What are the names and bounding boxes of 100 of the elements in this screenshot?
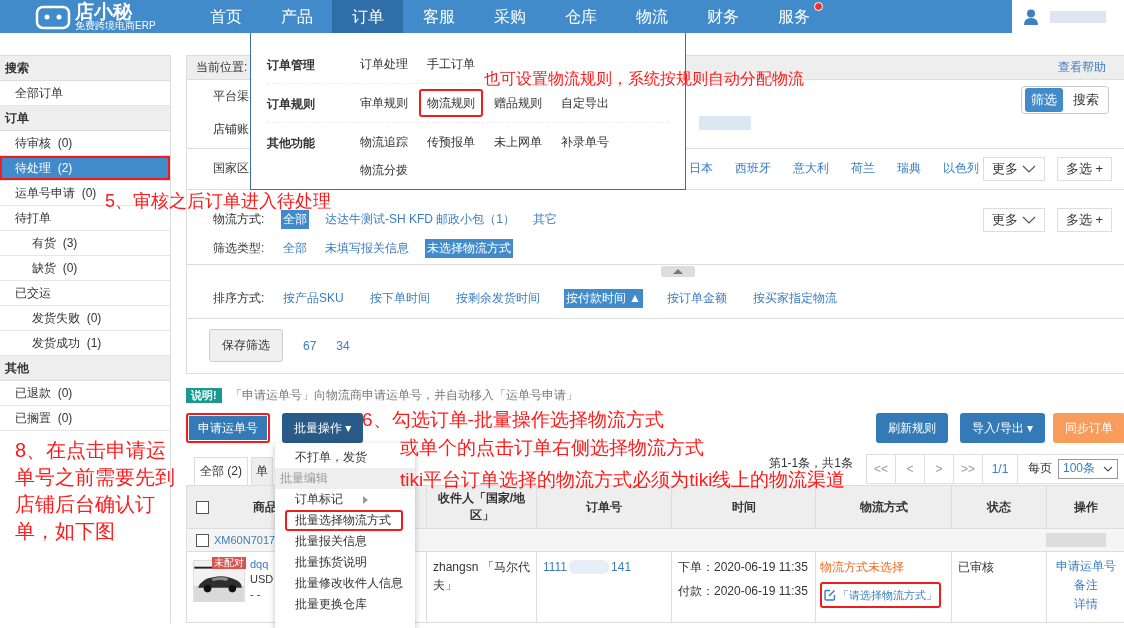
choose-shipping-link[interactable]: 「请选择物流方式」 (820, 582, 941, 608)
user-icon (1024, 8, 1038, 25)
sidebar-item[interactable]: 有货 (3) (27, 231, 83, 255)
order-tab[interactable]: 单 (251, 457, 273, 485)
saved-filter-link[interactable]: 67 (303, 338, 317, 353)
sidebar-item[interactable]: 已搁置 (0) (10, 406, 78, 430)
page-button[interactable]: >> (953, 454, 983, 483)
filter-option[interactable]: 瑞典 (895, 159, 923, 178)
save-filter-button[interactable]: 保存筛选 (209, 329, 283, 362)
sort-label: 排序方式: (213, 290, 266, 307)
nav-item[interactable]: 采购 (474, 0, 545, 33)
checkbox[interactable] (195, 500, 209, 514)
menu-item[interactable]: 批量报关信息 (285, 531, 403, 552)
per-page-select[interactable]: 100条 (1057, 458, 1118, 479)
menu-item[interactable]: 物流追踪 (352, 128, 416, 156)
sort-option[interactable]: 按订单金额 (664, 289, 729, 308)
filter-option[interactable]: 日本 (687, 159, 715, 178)
menu-item[interactable]: 审单规则 (352, 89, 416, 117)
column-header: 状态 (952, 486, 1047, 528)
action-button[interactable]: 批量操作 ▾ (282, 413, 364, 443)
product-link[interactable]: dqq (250, 558, 274, 570)
filter-option[interactable]: 意大利 (791, 159, 831, 178)
pagination-summary: 第1-1条，共1条 (768, 455, 853, 470)
filter-option[interactable]: 以色列 (941, 159, 981, 178)
sidebar-item[interactable]: 待处理 (2) (0, 156, 170, 180)
menu-item[interactable]: 自定导出 (553, 89, 617, 117)
more-dropdown[interactable]: 更多 (982, 156, 1045, 181)
filter-option[interactable]: 未选择物流方式 (425, 239, 513, 258)
menu-item[interactable]: 未上网单 (486, 128, 550, 156)
sidebar-item[interactable]: 缺货 (0) (27, 256, 83, 280)
checkbox[interactable] (196, 533, 209, 547)
page-button[interactable]: > (924, 454, 954, 483)
operation-link[interactable]: 备注 (1073, 577, 1098, 594)
action-button[interactable]: 导入/导出 ▾ (960, 413, 1045, 443)
sort-option[interactable]: 按剩余发货时间 (453, 289, 542, 308)
more-dropdown[interactable]: 更多 (982, 207, 1045, 232)
nav-item[interactable]: 物流 (616, 0, 687, 33)
filter-option[interactable]: 荷兰 (849, 159, 877, 178)
sidebar-item[interactable]: 待审核 (0) (10, 131, 78, 155)
page-button[interactable]: << (866, 454, 896, 483)
nav-item[interactable]: 订单 (332, 0, 403, 33)
multi-select-button[interactable]: 多选 + (1056, 156, 1112, 181)
page-button[interactable]: < (895, 454, 925, 483)
toggle-option[interactable]: 筛选 (1025, 88, 1063, 112)
help-link[interactable]: 查看帮助 (1058, 59, 1106, 76)
nav-item[interactable]: 首页 (190, 0, 261, 33)
time-text: 下单：2020-06-19 11:35 (678, 559, 808, 576)
action-button[interactable]: 刷新规则 (876, 413, 949, 443)
operation-link[interactable]: 申请运单号 (1055, 558, 1116, 575)
menu-item[interactable]: 订单标记 (285, 489, 403, 510)
nav-item[interactable]: 产品 (261, 0, 332, 33)
sidebar-item[interactable]: 待打单 (10, 206, 56, 230)
per-page-label: 每页 (1026, 460, 1053, 477)
sidebar-item[interactable]: 全部订单 (10, 81, 68, 105)
order-tab[interactable]: 全部 (2) (194, 457, 248, 485)
sort-option[interactable]: 按产品SKU (281, 289, 346, 308)
sidebar-item[interactable]: 发货成功 (1) (27, 331, 107, 355)
nav-item[interactable]: 仓库 (545, 0, 616, 33)
saved-filter-link[interactable]: 34 (336, 338, 350, 353)
filter-option[interactable]: 西班牙 (733, 159, 773, 178)
operation-link[interactable]: 详情 (1073, 596, 1098, 613)
sort-option[interactable]: 按付款时间 ▲ (563, 289, 643, 308)
multi-select-button[interactable]: 多选 + (1056, 207, 1112, 232)
menu-item[interactable]: 物流分拨 (352, 156, 416, 184)
menu-group-title: 订单管理 (267, 57, 316, 74)
menu-item[interactable]: 订单处理 (352, 50, 416, 78)
menu-item[interactable]: 赠品规则 (486, 89, 550, 117)
menu-item[interactable]: 手工订单 (419, 50, 483, 78)
menu-item[interactable]: 批量更换仓库 (285, 594, 403, 615)
menu-item[interactable]: 物流规则 (419, 89, 483, 117)
filter-option[interactable]: 未填写报关信息 (323, 239, 411, 258)
order-number-link[interactable]: 1111 (543, 558, 568, 576)
order-number-link[interactable]: 141 (611, 558, 632, 576)
sort-option[interactable]: 按下单时间 (367, 289, 432, 308)
menu-item[interactable]: 批量选择物流方式 (285, 510, 403, 531)
sort-option[interactable]: 按买家指定物流 (750, 289, 839, 308)
column-header: 操作 (1072, 498, 1099, 516)
order-id-link[interactable]: XM60N7017 (214, 534, 276, 546)
sidebar-item[interactable]: 已交运 (10, 281, 56, 305)
menu-item[interactable]: 批量修改收件人信息 (285, 573, 403, 594)
nav-item[interactable]: 客服 (403, 0, 474, 33)
menu-item[interactable]: 补录单号 (553, 128, 617, 156)
sidebar-item[interactable]: 发货失败 (0) (27, 306, 107, 330)
nav-item[interactable]: 服务 (758, 0, 829, 33)
filter-label: 筛选类型: (213, 240, 266, 257)
sidebar-heading: 订单 (0, 106, 170, 131)
menu-item[interactable]: 批量拣货说明 (285, 552, 403, 573)
robot-logo-icon (35, 3, 71, 30)
sidebar-item[interactable]: 已退款 (0) (10, 381, 78, 405)
filter-option[interactable]: 达达牛测试-SH KFD 邮政小包（1） (323, 210, 517, 229)
time-text: 付款：2020-06-19 11:35 (678, 583, 808, 600)
menu-item[interactable]: 传预报单 (419, 128, 483, 156)
filter-option[interactable]: 其它 (531, 210, 559, 229)
filter-option[interactable]: 全部 (281, 210, 309, 229)
toggle-option[interactable]: 搜索 (1067, 88, 1105, 112)
nav-item[interactable]: 财务 (687, 0, 758, 33)
action-button[interactable]: 申请运单号 (186, 413, 270, 443)
filter-label: 店铺账 (213, 121, 249, 138)
sidebar-item[interactable]: 运单号申请 (0) (10, 181, 102, 205)
filter-option[interactable]: 全部 (281, 239, 309, 258)
